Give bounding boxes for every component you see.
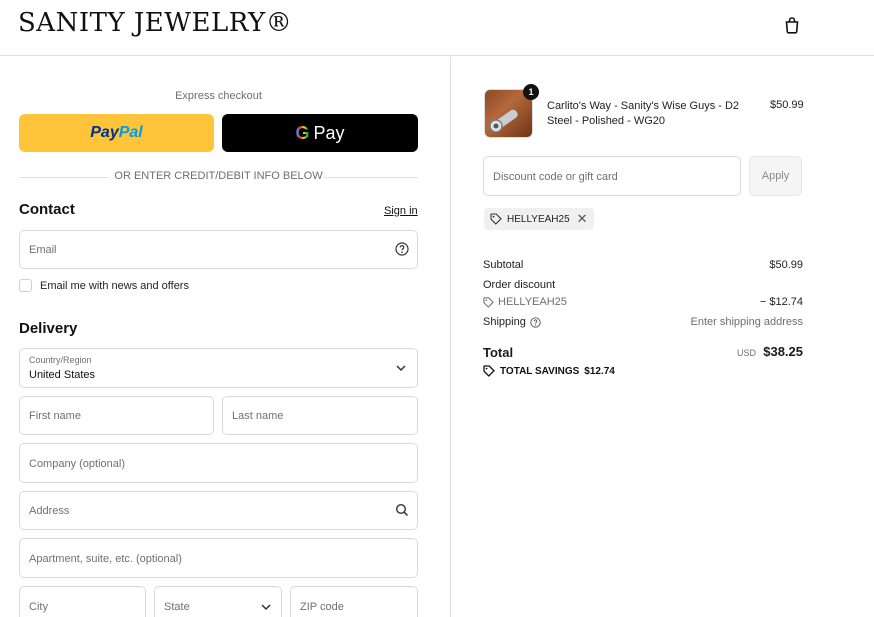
apartment-field[interactable]: Apartment, suite, etc. (optional) — [19, 538, 418, 578]
zip-placeholder: ZIP code — [300, 601, 344, 613]
chevron-down-icon — [396, 365, 406, 372]
search-icon[interactable] — [395, 503, 409, 517]
remove-discount-icon[interactable]: ✕ — [577, 211, 588, 227]
google-g-icon: G — [295, 122, 310, 143]
help-circle-icon[interactable] — [530, 316, 541, 328]
product-price: $50.99 — [770, 99, 804, 111]
country-select[interactable]: Country/Region United States — [19, 348, 418, 388]
state-select[interactable]: State — [154, 586, 282, 617]
apply-button[interactable]: Apply — [749, 156, 802, 196]
chevron-down-icon — [261, 604, 271, 611]
contact-title: Contact — [19, 201, 75, 218]
tag-icon — [483, 365, 495, 377]
divider-text: OR ENTER CREDIT/DEBIT INFO BELOW — [114, 170, 323, 182]
express-checkout-label: Express checkout — [175, 90, 262, 102]
order-discount-row: Order discount — [483, 279, 803, 291]
subtotal-label: Subtotal — [483, 259, 524, 271]
tag-icon — [490, 213, 502, 225]
shipping-row: Shipping Enter shipping address — [483, 316, 803, 328]
address-placeholder: Address — [29, 505, 70, 517]
discount-code-line: HELLYEAH25 — [483, 296, 567, 308]
discount-code-text: HELLYEAH25 — [498, 296, 567, 308]
currency-code: USD — [737, 348, 757, 358]
apartment-placeholder: Apartment, suite, etc. (optional) — [29, 553, 182, 565]
gpay-label: Pay — [313, 122, 345, 143]
first-name-field[interactable]: First name — [19, 396, 214, 435]
country-label: Country/Region — [29, 355, 92, 365]
total-label: Total — [483, 345, 514, 360]
savings-label: TOTAL SAVINGS — [500, 365, 580, 377]
last-name-field[interactable]: Last name — [222, 396, 418, 435]
subtotal-row: Subtotal $50.99 — [483, 259, 803, 271]
first-name-placeholder: First name — [29, 410, 81, 422]
email-placeholder: Email — [29, 244, 57, 256]
applied-discount-chip: HELLYEAH25 ✕ — [484, 208, 594, 230]
quantity-badge: 1 — [523, 84, 539, 100]
help-circle-icon[interactable] — [395, 242, 409, 256]
address-field[interactable]: Address — [19, 491, 418, 530]
tag-icon — [483, 296, 494, 308]
order-discount-label: Order discount — [483, 279, 556, 291]
product-name: Carlito's Way - Sanity's Wise Guys - D2 … — [547, 100, 740, 127]
total-value: $38.25 — [763, 344, 803, 359]
shipping-value: Enter shipping address — [690, 316, 803, 328]
savings-value: $12.74 — [584, 365, 615, 377]
paypal-logo-part2: Pal — [118, 124, 143, 141]
discount-code-row: HELLYEAH25 − $12.74 — [483, 296, 803, 311]
order-summary: 1 Carlito's Way - Sanity's Wise Guys - D… — [452, 57, 874, 617]
newsletter-row[interactable]: Email me with news and offers — [19, 279, 189, 292]
discount-value: − $12.74 — [759, 296, 803, 308]
newsletter-label: Email me with news and offers — [40, 279, 189, 292]
discount-code-input[interactable]: Discount code or gift card — [483, 156, 741, 196]
shopping-bag-icon[interactable] — [783, 16, 801, 34]
sign-in-link[interactable]: Sign in — [384, 205, 418, 217]
paypal-logo-part1: Pay — [90, 124, 119, 141]
discount-placeholder: Discount code or gift card — [493, 171, 618, 183]
shipping-label-group: Shipping — [483, 316, 541, 328]
total-savings-row: TOTAL SAVINGS $12.74 — [483, 365, 615, 377]
subtotal-value: $50.99 — [769, 259, 803, 271]
delivery-title: Delivery — [19, 320, 78, 337]
last-name-placeholder: Last name — [232, 410, 284, 422]
email-field[interactable]: Email — [19, 230, 418, 269]
company-field[interactable]: Company (optional) — [19, 443, 418, 483]
company-placeholder: Company (optional) — [29, 458, 125, 470]
paypal-button[interactable]: Pay Pal — [19, 114, 214, 152]
site-header: SANITY JEWELRY® — [0, 0, 874, 56]
newsletter-checkbox[interactable] — [19, 279, 32, 292]
country-value: United States — [29, 369, 96, 381]
payment-divider: OR ENTER CREDIT/DEBIT INFO BELOW — [19, 170, 418, 184]
zip-field[interactable]: ZIP code — [290, 586, 418, 617]
city-field[interactable]: City — [19, 586, 146, 617]
applied-code: HELLYEAH25 — [507, 213, 570, 225]
state-placeholder: State — [164, 601, 190, 613]
shipping-label: Shipping — [483, 316, 526, 328]
google-pay-button[interactable]: G Pay — [222, 114, 418, 152]
checkout-form: Express checkout Pay Pal G Pay OR ENTER C… — [0, 57, 451, 617]
brand-logo[interactable]: SANITY JEWELRY® — [18, 8, 292, 38]
city-placeholder: City — [29, 601, 48, 613]
